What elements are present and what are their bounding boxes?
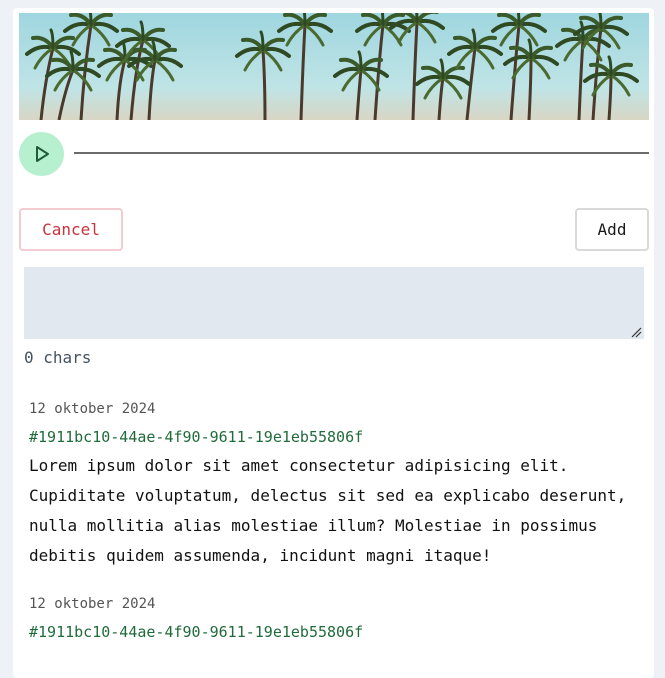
- play-icon: [35, 146, 49, 162]
- palm-trees-image: [25, 13, 639, 120]
- play-button[interactable]: [19, 132, 64, 176]
- banner-image: [19, 13, 649, 120]
- entry-date: 12 oktober 2024: [29, 596, 156, 612]
- list-item: 12 oktober 2024 #1911bc10-44ae-4f90-9611…: [29, 594, 644, 646]
- list-item: 12 oktober 2024 #1911bc10-44ae-4f90-9611…: [29, 399, 644, 571]
- add-button[interactable]: Add: [575, 208, 649, 251]
- note-textarea[interactable]: [24, 267, 644, 339]
- entry-date: 12 oktober 2024: [29, 401, 156, 417]
- char-count: 0 chars: [24, 348, 92, 367]
- entry-id: #1911bc10-44ae-4f90-9611-19e1eb55806f: [29, 623, 364, 641]
- audio-player: [19, 132, 649, 176]
- cancel-button[interactable]: Cancel: [19, 208, 123, 251]
- progress-track[interactable]: [74, 152, 649, 154]
- resize-handle-icon[interactable]: [630, 326, 642, 338]
- entry-id: #1911bc10-44ae-4f90-9611-19e1eb55806f: [29, 428, 364, 446]
- entry-text: Lorem ipsum dolor sit amet consectetur a…: [29, 456, 627, 565]
- note-card: Cancel Add 0 chars 12 oktober 2024 #1911…: [13, 8, 654, 678]
